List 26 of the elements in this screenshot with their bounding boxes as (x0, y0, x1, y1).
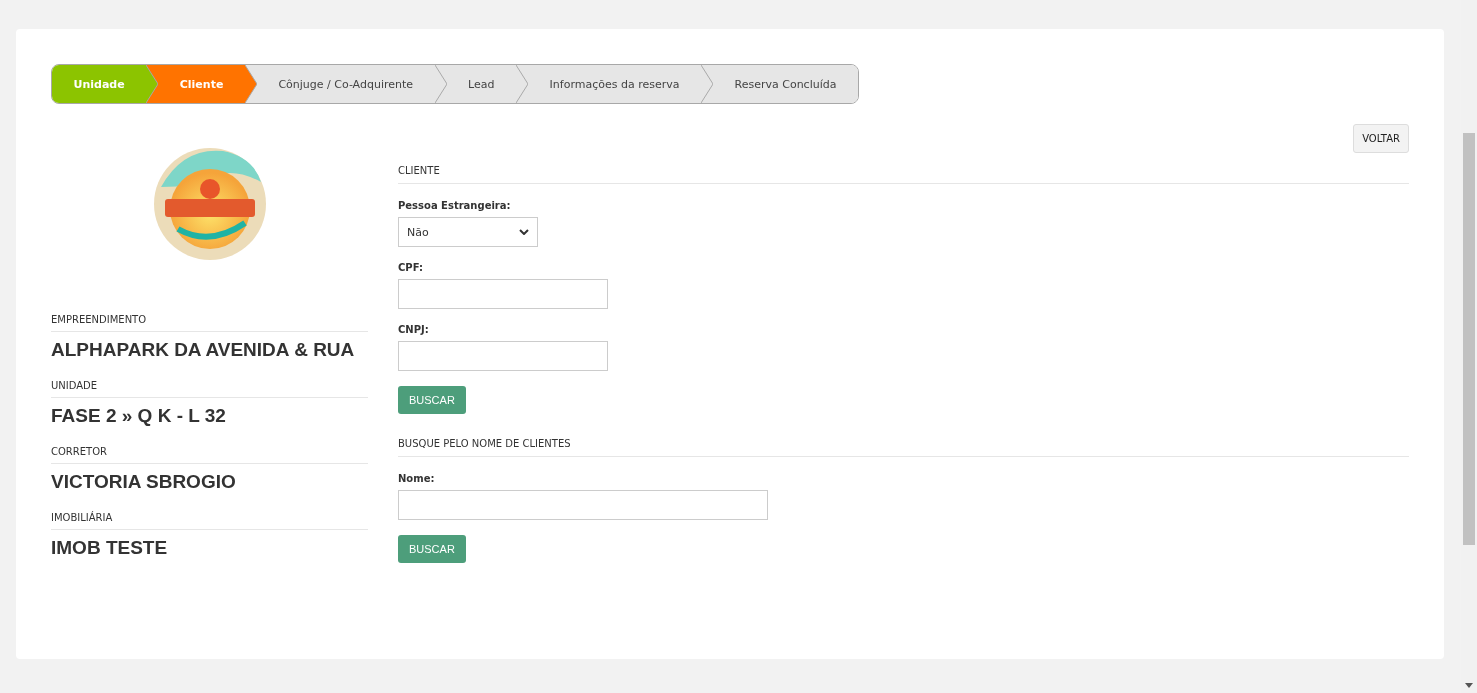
input-field[interactable] (398, 279, 608, 309)
info-value: FASE 2 » Q K - L 32 (51, 405, 227, 427)
wizard-step[interactable]: Informações da reserva (528, 65, 702, 103)
section-heading: BUSQUE PELO NOME DE CLIENTES (398, 438, 1409, 457)
wizard-step[interactable]: Reserva Concluída (713, 65, 858, 103)
wizard-step[interactable]: Cônjuge / Co-Adquirente (256, 65, 435, 103)
back-button[interactable]: VOLTAR (1353, 124, 1409, 153)
info-value: VICTORIA SBROGIO (51, 471, 237, 493)
chevron-down-icon (519, 229, 529, 235)
info-label: EMPREENDIMENTO (51, 314, 368, 332)
wizard-step[interactable]: Lead (446, 65, 517, 103)
input-field[interactable] (398, 341, 608, 371)
section-heading: CLIENTE (398, 165, 1409, 184)
info-label: IMOBILIÁRIA (51, 512, 368, 530)
info-label: CORRETOR (51, 446, 368, 464)
info-label: UNIDADE (51, 380, 368, 398)
scrollbar-thumb[interactable] (1463, 133, 1475, 545)
field-label: CPF: (398, 262, 424, 273)
info-value: ALPHAPARK DA AVENIDA & RUA (51, 339, 356, 361)
dropdown-field[interactable]: Não (398, 217, 538, 247)
field-label: CNPJ: (398, 324, 430, 335)
scroll-down-icon[interactable] (1465, 683, 1473, 688)
field-label: Nome: (398, 473, 436, 484)
input-field[interactable] (398, 490, 768, 520)
field-label: Pessoa Estrangeira: (398, 200, 512, 211)
info-value: IMOB TESTE (51, 537, 169, 559)
